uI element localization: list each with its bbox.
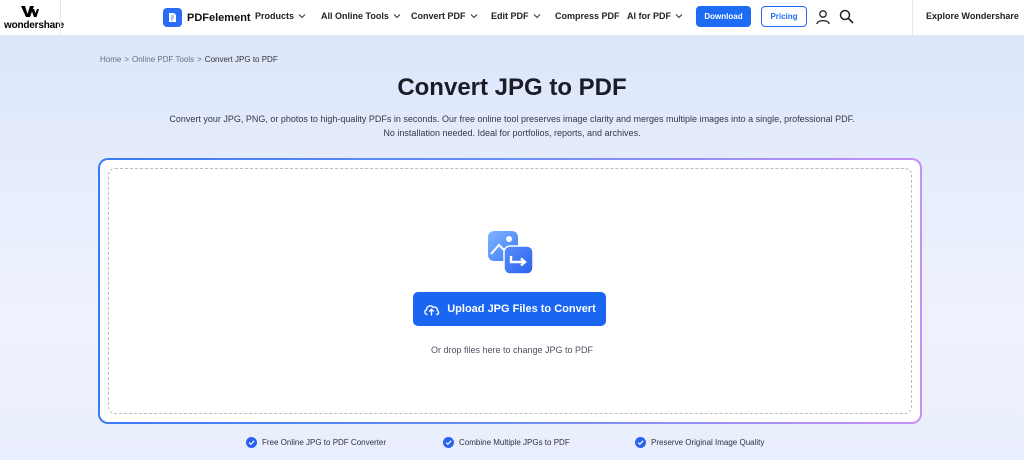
image-convert-icon [488, 231, 534, 275]
feature-item: Free Online JPG to PDF Converter [246, 437, 386, 448]
divider [912, 0, 913, 36]
menu-compress-pdf[interactable]: Compress PDF [555, 11, 620, 21]
description-line-2: No installation needed. Ideal for portfo… [383, 128, 641, 138]
brand-name: wondershare [4, 20, 65, 31]
chevron-down-icon [470, 14, 477, 19]
menu-ai-for-pdf[interactable]: AI for PDF [627, 11, 683, 21]
upload-panel [98, 158, 922, 424]
drop-hint-text: Or drop files here to change JPG to PDF [430, 345, 594, 355]
user-icon[interactable] [815, 9, 831, 25]
breadcrumb-separator: > [124, 55, 130, 64]
menu-label: Compress PDF [555, 11, 620, 21]
feature-label: Combine Multiple JPGs to PDF [459, 438, 570, 447]
divider [60, 0, 61, 36]
wondershare-logo-icon [21, 6, 39, 17]
pricing-button[interactable]: Pricing [761, 6, 807, 27]
menu-convert-pdf[interactable]: Convert PDF [411, 11, 478, 21]
menu-all-online-tools[interactable]: All Online Tools [321, 11, 401, 21]
menu-label: Convert PDF [411, 11, 466, 21]
breadcrumb-separator: > [197, 55, 202, 64]
description-line-1: Convert your JPG, PNG, or photos to high… [169, 114, 855, 124]
menu-label: All Online Tools [321, 11, 389, 21]
explore-wondershare-link[interactable]: Explore Wondershare [926, 11, 1019, 21]
breadcrumb-online-pdf-tools[interactable]: Online PDF Tools [132, 55, 194, 64]
chevron-down-icon [298, 14, 306, 19]
product-name: PDFelement [187, 11, 251, 24]
menu-label: Products [255, 11, 295, 21]
upload-button-label: Upload JPG Files to Convert [447, 303, 596, 315]
page-title: Convert JPG to PDF [397, 74, 627, 101]
menu-edit-pdf[interactable]: Edit PDF [491, 11, 541, 21]
menu-label: AI for PDF [627, 11, 671, 21]
check-badge-icon [635, 437, 646, 448]
check-badge-icon [246, 437, 257, 448]
menu-products[interactable]: Products [255, 11, 306, 21]
page-description: Convert your JPG, PNG, or photos to high… [112, 112, 912, 140]
breadcrumb-home[interactable]: Home [100, 55, 121, 64]
wondershare-logo[interactable]: wondershare [0, 0, 64, 36]
upload-files-button[interactable]: Upload JPG Files to Convert [413, 292, 606, 326]
pdfelement-logo[interactable]: PDFelement [163, 8, 251, 27]
upload-panel-inner [100, 160, 920, 422]
chevron-down-icon [533, 14, 540, 19]
download-button[interactable]: Download [696, 6, 751, 27]
breadcrumb: Home > Online PDF Tools > Convert JPG to… [100, 55, 278, 64]
feature-item: Preserve Original Image Quality [635, 437, 764, 448]
breadcrumb-current: Convert JPG to PDF [204, 55, 278, 64]
chevron-down-icon [675, 14, 683, 19]
feature-item: Combine Multiple JPGs to PDF [443, 437, 570, 448]
file-dropzone[interactable] [108, 168, 912, 414]
chevron-down-icon [393, 14, 401, 19]
check-badge-icon [443, 437, 454, 448]
pdfelement-icon [163, 8, 182, 27]
menu-label: Edit PDF [491, 11, 529, 21]
search-icon[interactable] [839, 9, 854, 24]
cloud-upload-icon [424, 304, 440, 315]
feature-label: Preserve Original Image Quality [651, 438, 765, 447]
feature-label: Free Online JPG to PDF Converter [262, 438, 387, 447]
top-navbar: wondershare PDFelement Products All Onli… [0, 0, 1024, 36]
